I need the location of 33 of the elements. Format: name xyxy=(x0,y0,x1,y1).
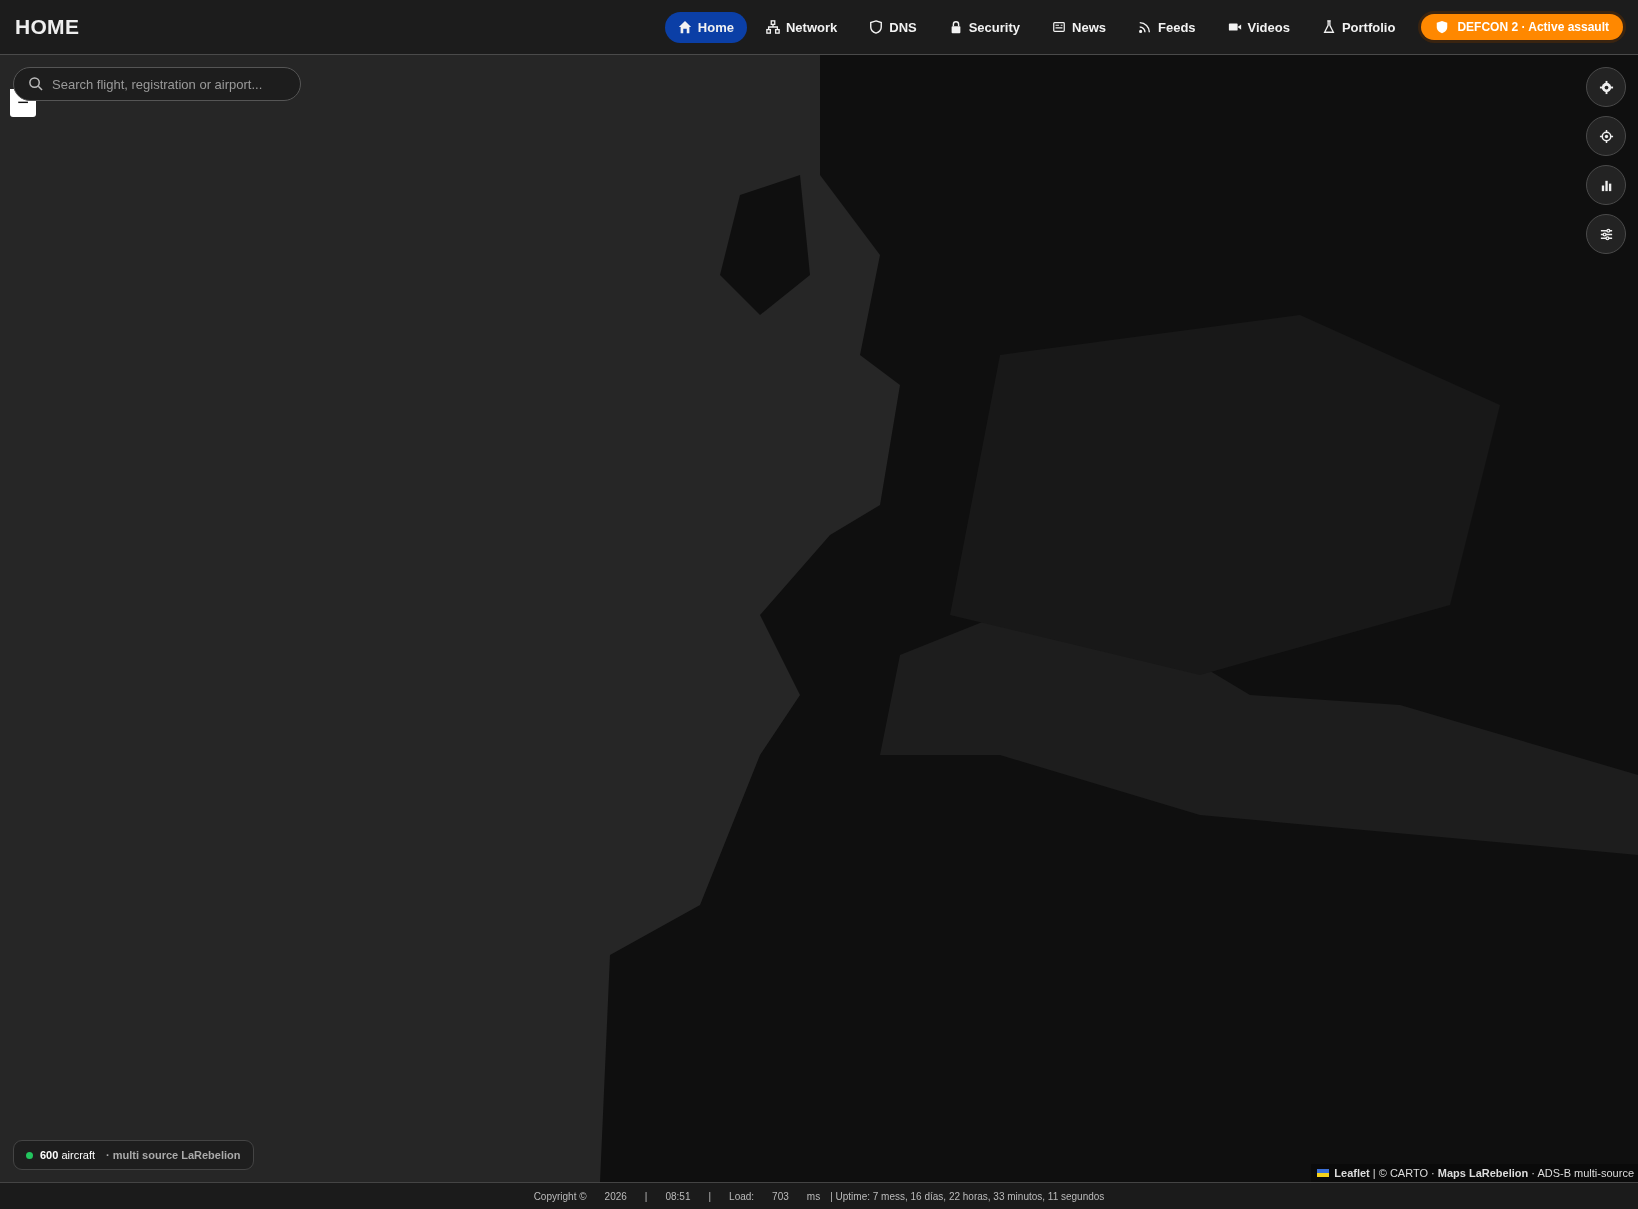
shield-icon xyxy=(869,20,884,34)
network-icon xyxy=(765,20,780,34)
shield-icon xyxy=(1435,20,1450,34)
nav-tab[interactable]: DNS xyxy=(856,11,930,43)
sliders-icon xyxy=(1598,226,1614,242)
footer-text: Load: xyxy=(729,1190,755,1202)
footer-text: 703 xyxy=(772,1190,789,1202)
search-icon xyxy=(28,76,43,91)
nav-tab[interactable]: Portfolio xyxy=(1308,11,1409,43)
site-title[interactable]: HOME xyxy=(15,15,665,39)
search-field[interactable]: Search flight, registration or airport... xyxy=(13,67,301,101)
home-icon xyxy=(677,20,692,34)
footer-text: | xyxy=(644,1190,648,1202)
footer-text: 2026 xyxy=(604,1190,627,1202)
nav-tab[interactable]: News xyxy=(1039,11,1119,43)
nav-tab[interactable]: Network xyxy=(752,11,851,43)
footer-text: 08:51 xyxy=(665,1190,691,1202)
footer-text: ms xyxy=(806,1190,821,1202)
footer-text: | xyxy=(708,1190,712,1202)
crosshair-icon xyxy=(1598,128,1614,144)
nav-tab[interactable]: Security xyxy=(935,11,1033,43)
source-label: · multi source LaRebelion xyxy=(106,1149,241,1161)
nav-tab[interactable]: Home xyxy=(664,11,747,43)
news-icon xyxy=(1052,20,1066,34)
nav-tab[interactable]: Videos xyxy=(1214,11,1303,43)
aircraft-count: 600 aircraft xyxy=(40,1149,96,1161)
attribution-text: Leaflet | © CARTO · Maps LaRebelion · ADS-B multi-source xyxy=(1334,1167,1634,1179)
footer-text: Copyright © xyxy=(533,1190,587,1202)
feed-icon xyxy=(1138,20,1152,34)
nav-tab[interactable]: Feeds xyxy=(1125,11,1209,43)
footer-text: | Uptime: 7 mess, 16 días, 22 horas, 33 minutos, 11 segundos xyxy=(830,1190,1105,1202)
flask-icon xyxy=(1321,20,1336,34)
flag-icon xyxy=(1317,1169,1330,1177)
